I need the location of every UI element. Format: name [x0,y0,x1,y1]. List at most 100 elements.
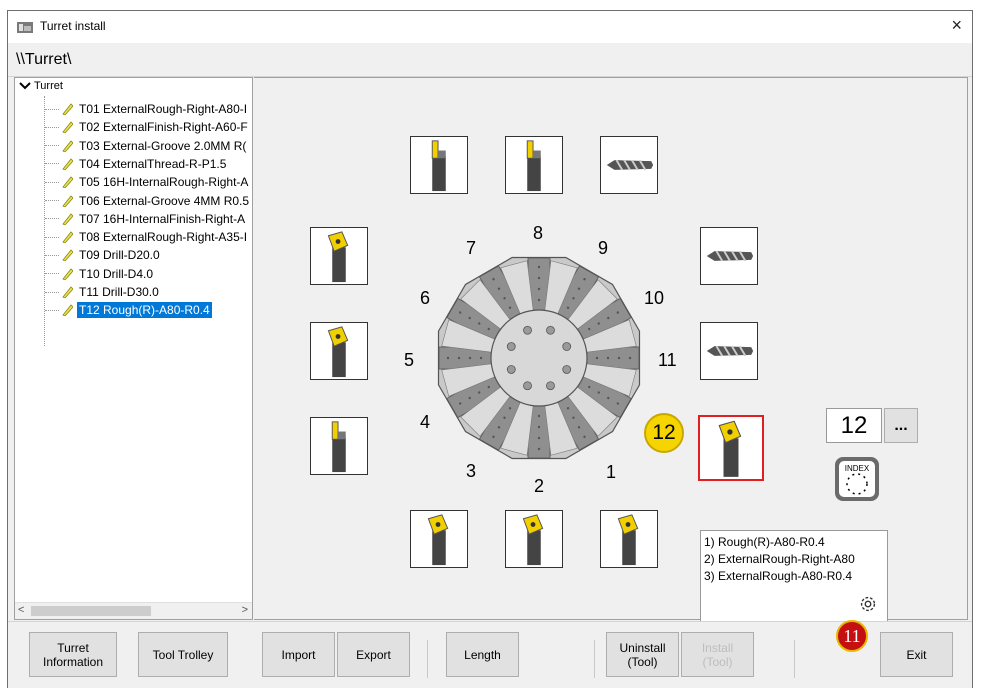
tree-item[interactable]: T02 ExternalFinish-Right-A60-F [45,118,250,136]
tree-branch [45,291,59,293]
tree-branch [45,145,59,147]
tool-icon [62,139,73,152]
tree-item[interactable]: T07 16H-InternalFinish-Right-A [45,210,247,228]
station-number: 9 [598,238,609,258]
export-button[interactable]: Export [337,632,410,677]
window-title: Turret install [40,19,106,33]
app-icon [17,22,33,33]
tree-item-label: T12 Rough(R)-A80-R0.4 [77,302,212,319]
tool-image [718,420,742,477]
tree-branch [45,273,59,275]
chevron-down-icon[interactable] [19,81,31,91]
hub-bolt [523,325,532,335]
length-button[interactable]: Length [446,632,519,677]
tool-slot[interactable] [700,322,758,380]
tool-icon [62,304,73,317]
tool-icon [62,213,73,225]
tree-item-label: T09 Drill-D20.0 [79,248,160,263]
install-tool-button: Install (Tool) [681,632,754,677]
index-value-field[interactable]: 12 [826,408,882,443]
tree-item[interactable]: T06 External-Groove 4MM R0.5 [45,192,251,210]
station-number: 10 [644,288,665,308]
gear-icon[interactable] [857,593,879,615]
tool-icon [62,103,73,115]
tool-icon [62,194,73,207]
station-number: 1 [606,462,617,482]
scroll-right-icon[interactable]: > [242,604,248,616]
station-number: 2 [534,476,545,496]
close-icon[interactable]: × [951,15,962,36]
tree-branch [45,126,59,128]
more-button[interactable]: ... [884,408,918,443]
tool-slot[interactable] [698,415,764,481]
tool-image [606,159,654,171]
scroll-thumb[interactable] [31,606,151,616]
index-icon[interactable]: INDEX [834,456,880,502]
tool-slot[interactable] [700,227,758,285]
tool-slot[interactable] [310,417,368,475]
import-button[interactable]: Import [262,632,335,677]
tree-item-label: T02 ExternalFinish-Right-A60-F [79,120,248,135]
tree-branch [45,218,59,220]
scroll-left-icon[interactable]: < [18,604,24,616]
tool-slot[interactable] [310,322,368,380]
tool-info-box: 1) Rough(R)-A80-R0.4 2) ExternalRough-Ri… [700,530,888,622]
tool-image [522,514,544,566]
path-bar: \\Turret\ [8,43,972,77]
tool-image [706,345,754,357]
current-path: \\Turret\ [16,51,72,68]
tree-root-label: Turret [34,80,63,92]
step-badge: 11 [836,620,868,652]
tool-image [331,421,346,473]
tree-item[interactable]: T04 ExternalThread-R-P1.5 [45,155,228,173]
info-line: 3) ExternalRough-A80-R0.4 [704,569,853,583]
tool-slot[interactable] [600,136,658,194]
tool-slot[interactable] [505,136,563,194]
tool-slot[interactable] [310,227,368,285]
tree-item[interactable]: T03 External-Groove 2.0MM R( [45,137,248,155]
tree-root[interactable]: Turret [19,80,63,92]
hub-bolt [546,381,555,391]
tool-slot[interactable] [410,136,468,194]
tool-image [617,514,639,566]
index-icon-label: INDEX [845,464,870,473]
tool-icon [62,121,73,134]
separator [594,640,595,678]
tree-branch [45,254,59,256]
tool-slot[interactable] [600,510,658,568]
turret-install-window: Turret install × \\Turret\ Turret T01 Ex… [7,10,973,688]
hub-bolt [562,342,572,351]
tool-trolley-button[interactable]: Tool Trolley [138,632,228,677]
station-number: 11 [658,350,677,370]
tree-item[interactable]: T09 Drill-D20.0 [45,246,162,264]
tool-image [427,514,449,566]
tree-item[interactable]: T10 Drill-D4.0 [45,265,155,283]
turret-hub [490,309,588,407]
tree-item-label: T03 External-Groove 2.0MM R( [79,138,247,153]
tree-item-label: T07 16H-InternalFinish-Right-A [79,211,246,226]
tree-item[interactable]: T08 ExternalRough-Right-A35-I [45,228,249,246]
uninstall-tool-button[interactable]: Uninstall (Tool) [606,632,679,677]
hub-bolt [562,365,572,374]
hub-bolt [506,365,516,374]
tree-item[interactable]: T12 Rough(R)-A80-R0.4 [45,301,212,319]
station-number: 3 [466,461,477,481]
tree-item[interactable]: T11 Drill-D30.0 [45,283,161,301]
horizontal-scrollbar[interactable]: < > [15,602,252,619]
tree-branch [45,108,59,110]
tool-slot[interactable] [505,510,563,568]
tree-item-label: T11 Drill-D30.0 [79,285,159,299]
tree-branch [45,181,59,183]
exit-button[interactable]: Exit [880,632,953,677]
turret-canvas: 1 2 3 4 5 6 7 8 9 10 11 12 12 ... INDEX 1) Rough(R… [254,77,968,622]
tree-item[interactable]: T05 16H-InternalRough-Right-A [45,173,250,191]
turret-information-button[interactable]: Turret Information [29,632,117,677]
tool-icon [62,249,73,262]
turret-tree[interactable]: Turret T01 ExternalRough-Right-A80-I T02 … [14,77,253,620]
tool-image [706,250,754,262]
tree-item[interactable]: T01 ExternalRough-Right-A80-I [45,100,249,118]
tree-branch [45,309,59,311]
tree-branch [45,236,59,238]
tool-slot[interactable] [410,510,468,568]
station-number: 4 [420,412,431,432]
